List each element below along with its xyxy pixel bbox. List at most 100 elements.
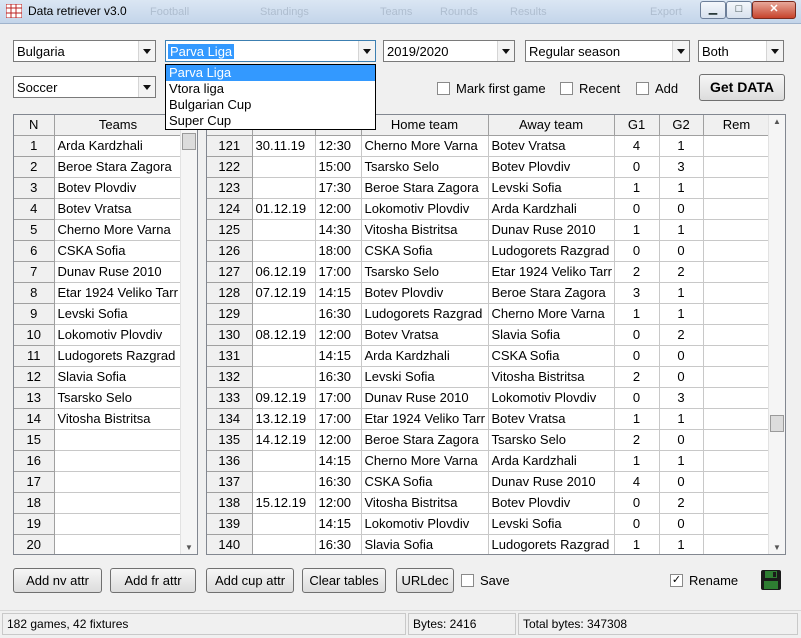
game-id-cell[interactable]: 134	[207, 408, 253, 430]
row-number-cell[interactable]: 7	[14, 261, 55, 283]
add-cup-attr-button[interactable]: Add cup attr	[206, 568, 294, 593]
rem-cell[interactable]	[703, 261, 771, 283]
g1-cell[interactable]: 0	[614, 198, 660, 220]
away-team-cell[interactable]: Cherno More Varna	[488, 303, 615, 325]
game-id-cell[interactable]: 135	[207, 429, 253, 451]
time-cell[interactable]: 14:15	[315, 345, 362, 367]
date-cell[interactable]: 01.12.19	[252, 198, 316, 220]
table-row[interactable]: 139 14:15 Lokomotiv Plovdiv Levski Sofia 0 0	[207, 513, 771, 535]
chevron-down-icon[interactable]	[672, 41, 689, 61]
time-cell[interactable]: 12:00	[315, 324, 362, 346]
date-cell[interactable]	[252, 219, 316, 241]
rem-cell[interactable]	[703, 240, 771, 262]
team-name-cell[interactable]: Beroe Stara Zagora	[54, 156, 183, 178]
season-select[interactable]: 2019/2020	[383, 40, 515, 62]
date-cell[interactable]	[252, 534, 316, 554]
team-name-cell[interactable]	[54, 492, 183, 514]
table-row[interactable]: 126 18:00 CSKA Sofia Ludogorets Razgrad 0 0	[207, 240, 771, 262]
g2-cell[interactable]: 2	[659, 324, 704, 346]
away-team-cell[interactable]: Levski Sofia	[488, 513, 615, 535]
time-cell[interactable]: 16:30	[315, 366, 362, 388]
game-id-cell[interactable]: 124	[207, 198, 253, 220]
table-row[interactable]: 12 Slavia Sofia	[14, 366, 183, 388]
table-row[interactable]: 20	[14, 534, 183, 554]
table-row[interactable]: 2 Beroe Stara Zagora	[14, 156, 183, 178]
row-number-cell[interactable]: 16	[14, 450, 55, 472]
team-name-cell[interactable]: Botev Vratsa	[54, 198, 183, 220]
chevron-down-icon[interactable]	[138, 41, 155, 61]
team-name-cell[interactable]: Arda Kardzhali	[54, 135, 183, 157]
side-select[interactable]: Both	[698, 40, 784, 62]
column-header-home-team[interactable]: Home team	[361, 115, 489, 136]
time-cell[interactable]: 12:00	[315, 492, 362, 514]
row-number-cell[interactable]: 18	[14, 492, 55, 514]
game-id-cell[interactable]: 126	[207, 240, 253, 262]
team-name-cell[interactable]	[54, 450, 183, 472]
away-team-cell[interactable]: Etar 1924 Veliko Tarr	[488, 261, 615, 283]
away-team-cell[interactable]: Slavia Sofia	[488, 324, 615, 346]
g2-cell[interactable]: 0	[659, 471, 704, 493]
table-row[interactable]: 122 15:00 Tsarsko Selo Botev Plovdiv 0 3	[207, 156, 771, 178]
add-checkbox[interactable]: Add	[636, 81, 678, 96]
g2-cell[interactable]: 1	[659, 282, 704, 304]
save-icon[interactable]	[760, 569, 782, 591]
g1-cell[interactable]: 4	[614, 471, 660, 493]
rem-cell[interactable]	[703, 324, 771, 346]
checkbox-box[interactable]	[560, 82, 573, 95]
table-row[interactable]: 134 13.12.19 17:00 Etar 1924 Veliko Tarr Bot…	[207, 408, 771, 430]
rem-cell[interactable]	[703, 345, 771, 367]
rem-cell[interactable]	[703, 471, 771, 493]
rename-checkbox[interactable]: ✓ Rename	[670, 573, 738, 588]
away-team-cell[interactable]: Ludogorets Razgrad	[488, 534, 615, 554]
home-team-cell[interactable]: Tsarsko Selo	[361, 261, 489, 283]
home-team-cell[interactable]: Beroe Stara Zagora	[361, 429, 489, 451]
league-option[interactable]: Vtora liga	[166, 81, 375, 97]
row-number-cell[interactable]: 15	[14, 429, 55, 451]
away-team-cell[interactable]: Arda Kardzhali	[488, 450, 615, 472]
teams-scrollbar[interactable]: ▼	[180, 115, 197, 554]
time-cell[interactable]: 12:00	[315, 198, 362, 220]
time-cell[interactable]: 17:00	[315, 408, 362, 430]
table-row[interactable]: 9 Levski Sofia	[14, 303, 183, 325]
team-name-cell[interactable]	[54, 471, 183, 493]
column-header-g1[interactable]: G1	[614, 115, 660, 136]
team-name-cell[interactable]: Botev Plovdiv	[54, 177, 183, 199]
checkbox-box[interactable]	[636, 82, 649, 95]
rem-cell[interactable]	[703, 282, 771, 304]
game-id-cell[interactable]: 139	[207, 513, 253, 535]
row-number-cell[interactable]: 2	[14, 156, 55, 178]
time-cell[interactable]: 17:00	[315, 387, 362, 409]
g1-cell[interactable]: 2	[614, 261, 660, 283]
home-team-cell[interactable]: CSKA Sofia	[361, 471, 489, 493]
game-id-cell[interactable]: 136	[207, 450, 253, 472]
save-checkbox[interactable]: Save	[461, 573, 510, 588]
chevron-down-icon[interactable]	[497, 41, 514, 61]
row-number-cell[interactable]: 12	[14, 366, 55, 388]
table-row[interactable]: 125 14:30 Vitosha Bistritsa Dunav Ruse 2010…	[207, 219, 771, 241]
team-name-cell[interactable]: Etar 1924 Veliko Tarr	[54, 282, 183, 304]
g1-cell[interactable]: 0	[614, 387, 660, 409]
away-team-cell[interactable]: Vitosha Bistritsa	[488, 366, 615, 388]
date-cell[interactable]	[252, 303, 316, 325]
close-button[interactable]: ✕	[752, 1, 796, 19]
team-name-cell[interactable]: Lokomotiv Plovdiv	[54, 324, 183, 346]
row-number-cell[interactable]: 20	[14, 534, 55, 554]
row-number-cell[interactable]: 11	[14, 345, 55, 367]
home-team-cell[interactable]: Ludogorets Razgrad	[361, 303, 489, 325]
g1-cell[interactable]: 2	[614, 366, 660, 388]
g1-cell[interactable]: 1	[614, 303, 660, 325]
table-row[interactable]: 127 06.12.19 17:00 Tsarsko Selo Etar 1924 Ve…	[207, 261, 771, 283]
date-cell[interactable]	[252, 240, 316, 262]
g1-cell[interactable]: 0	[614, 492, 660, 514]
scroll-thumb[interactable]	[770, 415, 784, 432]
column-header-n[interactable]: N	[14, 115, 55, 136]
checkbox-box[interactable]	[437, 82, 450, 95]
table-row[interactable]: 1 Arda Kardzhali	[14, 135, 183, 157]
row-number-cell[interactable]: 5	[14, 219, 55, 241]
column-header-g2[interactable]: G2	[659, 115, 704, 136]
time-cell[interactable]: 14:15	[315, 450, 362, 472]
g1-cell[interactable]: 3	[614, 282, 660, 304]
table-row[interactable]: 135 14.12.19 12:00 Beroe Stara Zagora Tsarsk…	[207, 429, 771, 451]
row-number-cell[interactable]: 19	[14, 513, 55, 535]
g2-cell[interactable]: 1	[659, 303, 704, 325]
